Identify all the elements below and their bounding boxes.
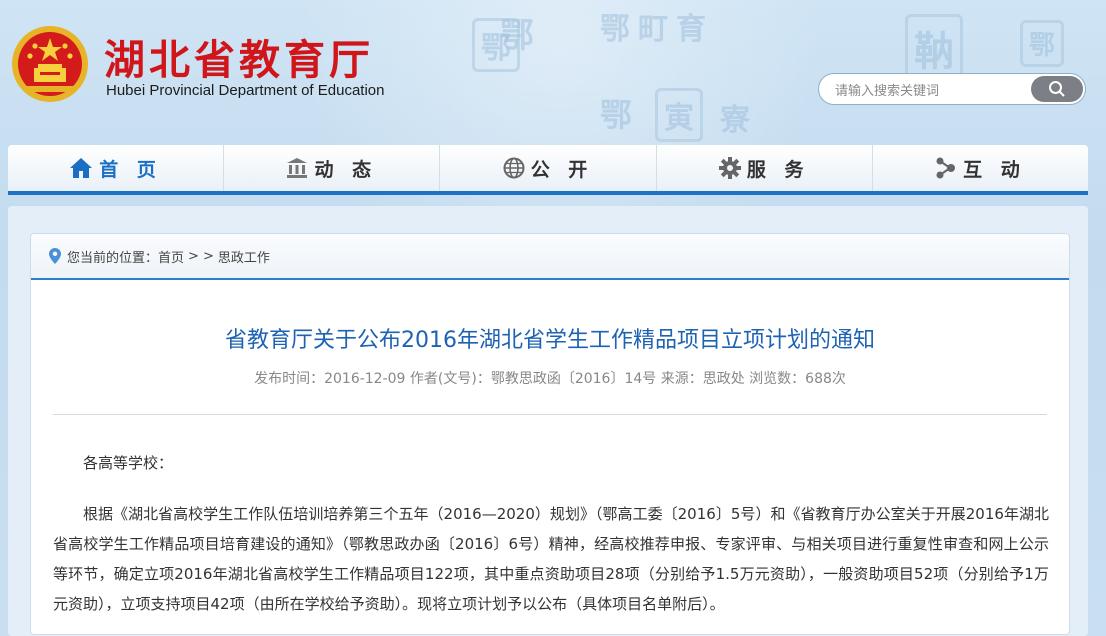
article-title: 省教育厅关于公布2016年湖北省学生工作精品项目立项计划的通知 <box>225 328 875 353</box>
breadcrumb-prefix: 您当前的位置： <box>67 250 159 266</box>
site-title-english: Hubei Provincial Department of Education <box>106 82 385 99</box>
article-salutation: 各高等学校： <box>83 454 174 472</box>
nav-item-service[interactable]: 服 务 <box>657 145 873 191</box>
search-button[interactable] <box>1031 76 1083 102</box>
nav-item-label: 服 务 <box>746 158 810 181</box>
nav-item-label: 动 态 <box>314 158 378 181</box>
breadcrumb-separator: > <box>188 248 199 264</box>
article-body: 根据《湖北省高校学生工作队伍培训培养第三个五年（2016—2020）规划》（鄂高… <box>53 505 1049 613</box>
gear-icon <box>718 157 741 179</box>
globe-icon <box>503 157 525 179</box>
breadcrumb: 您当前的位置： 首页 > > 思政工作 <box>31 234 1069 280</box>
nav-item-home[interactable]: 首 页 <box>8 145 225 191</box>
nav-item-interact[interactable]: 互 动 <box>873 145 1088 191</box>
search-input[interactable] <box>833 80 1027 102</box>
home-icon <box>69 157 93 179</box>
nav-item-label: 公 开 <box>530 158 594 181</box>
decorative-seal-text: 鄂町育 <box>600 12 714 47</box>
nav-item-public[interactable]: 公 开 <box>440 145 657 191</box>
nav-item-label: 互 动 <box>963 158 1026 181</box>
breadcrumb-current-link[interactable]: 思政工作 <box>218 247 270 266</box>
building-icon <box>286 157 308 179</box>
main-nav: 首 页 动 态 公 开 服 务 互 动 <box>8 145 1088 195</box>
share-icon <box>935 157 957 179</box>
emblem-logo <box>12 26 88 102</box>
nav-item-news[interactable]: 动 态 <box>224 145 441 191</box>
article-meta: 发布时间：2016-12-09 作者(文号)：鄂教思政函〔2016〕14号 来源… <box>254 371 846 387</box>
breadcrumb-home-link[interactable]: 首页 <box>158 247 184 266</box>
decorative-seal-box: 靹 <box>905 14 963 82</box>
decorative-seal-box: 鄂 <box>472 18 520 72</box>
search-box <box>818 73 1086 105</box>
decorative-seal-box: 鄂 <box>1020 20 1065 67</box>
nav-item-label: 首 页 <box>99 158 162 181</box>
decorative-seal-text: 鄂 <box>600 96 633 134</box>
divider <box>53 414 1047 415</box>
site-title: 湖北省教育厅 <box>104 36 374 84</box>
decorative-seal-text: 寮 <box>720 103 750 138</box>
article-panel: 您当前的位置： 首页 > > 思政工作 省教育厅关于公布2016年湖北省学生工作… <box>30 233 1070 635</box>
breadcrumb-separator: > <box>202 248 214 264</box>
search-icon <box>1049 81 1065 97</box>
decorative-seal-box: 寅 <box>655 88 703 142</box>
location-pin-icon <box>49 248 61 264</box>
